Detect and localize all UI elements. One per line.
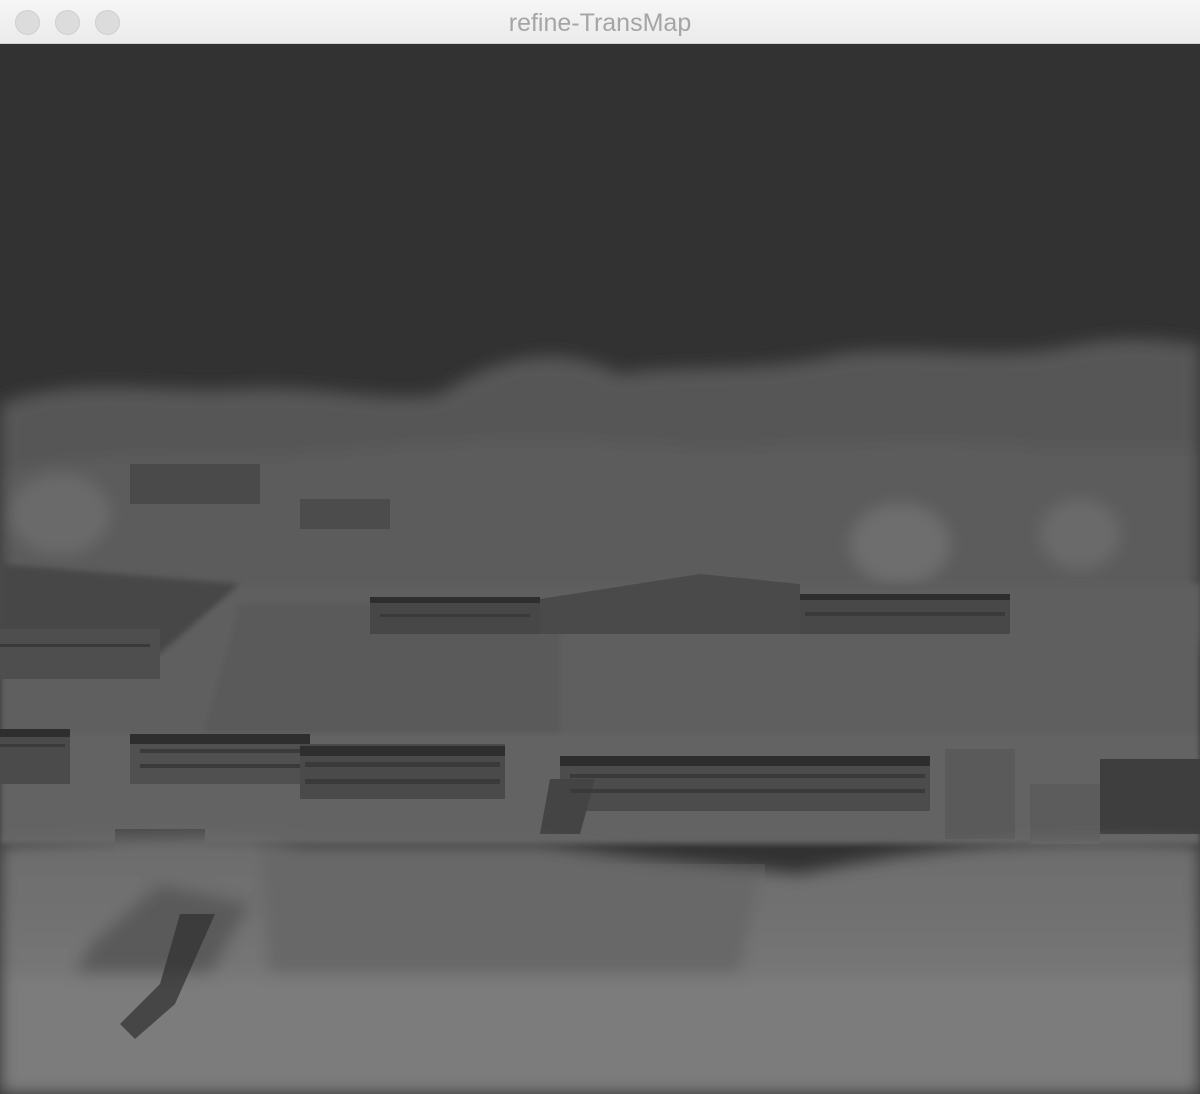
app-window: refine-TransMap <box>0 0 1200 1094</box>
zoom-window-button[interactable] <box>95 10 120 35</box>
transmission-map-image <box>0 44 1200 1094</box>
window-title: refine-TransMap <box>508 9 692 37</box>
image-canvas[interactable] <box>0 44 1200 1094</box>
title-bar[interactable]: refine-TransMap <box>0 0 1200 44</box>
minimize-window-button[interactable] <box>55 10 80 35</box>
close-window-button[interactable] <box>15 10 40 35</box>
